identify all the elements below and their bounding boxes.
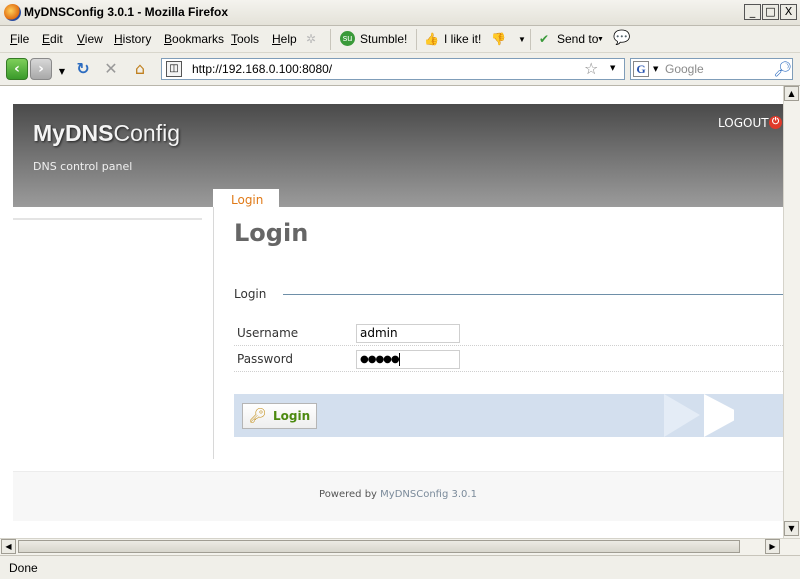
- footer-text: Powered by MyDNSConfig 3.0.1: [319, 489, 477, 500]
- forward-button[interactable]: ›: [30, 58, 52, 80]
- bookmark-star-icon[interactable]: ☆: [584, 59, 598, 78]
- stumbleupon-icon: su: [340, 31, 355, 46]
- window-title-bar: MyDNSConfig 3.0.1 - Mozilla Firefox _ □ …: [0, 0, 800, 26]
- login-button-label: Login: [273, 409, 311, 423]
- thumbs-down-icon[interactable]: 👎: [491, 32, 506, 46]
- status-bar: Done: [0, 555, 800, 579]
- page-footer: Powered by MyDNSConfig 3.0.1: [13, 471, 783, 521]
- stumble-button[interactable]: Stumble!: [360, 32, 407, 46]
- login-button[interactable]: 🔑︎ Login: [242, 403, 317, 429]
- back-button[interactable]: ‹: [6, 58, 28, 80]
- scroll-right-icon[interactable]: ▶: [765, 539, 780, 554]
- toolbar-separator: [530, 29, 531, 50]
- footer-link[interactable]: MyDNSConfig 3.0.1: [380, 489, 477, 500]
- status-text: Done: [9, 561, 38, 575]
- brand-subtitle: DNS control panel: [33, 160, 133, 173]
- username-field[interactable]: admin: [356, 324, 460, 343]
- scroll-up-icon[interactable]: ▲: [784, 86, 799, 101]
- search-bar[interactable]: G ▼ Google 🔎︎: [630, 58, 793, 80]
- comment-bubble-icon[interactable]: 💬: [613, 29, 630, 46]
- url-dropdown-icon[interactable]: ▼: [610, 64, 615, 72]
- window-title: MyDNSConfig 3.0.1 - Mozilla Firefox: [24, 5, 229, 19]
- close-button[interactable]: X: [780, 4, 797, 20]
- history-dropdown-icon[interactable]: ▼: [52, 63, 72, 81]
- scroll-left-icon[interactable]: ◀: [1, 539, 16, 554]
- page-header: MyDNSConfig DNS control panel LOGOUT ⏻: [13, 104, 783, 207]
- site-favicon: ◫: [166, 61, 182, 77]
- scroll-down-icon[interactable]: ▼: [784, 521, 799, 536]
- menu-bar: File Edit View History Bookmarks Tools H…: [0, 26, 800, 53]
- menu-file[interactable]: File: [10, 32, 29, 46]
- power-icon[interactable]: ⏻: [769, 116, 782, 129]
- tab-login[interactable]: Login: [213, 189, 279, 207]
- minimize-button[interactable]: _: [744, 4, 761, 20]
- menu-edit[interactable]: Edit: [42, 32, 63, 46]
- send-to-button[interactable]: Send to: [557, 32, 598, 46]
- i-like-it-button[interactable]: I like it!: [444, 32, 481, 46]
- decorative-chevron: [664, 394, 700, 437]
- send-to-dropdown-icon[interactable]: ▼: [597, 36, 604, 43]
- send-to-icon: ✔: [539, 32, 550, 46]
- key-icon: 🔑︎: [249, 408, 267, 424]
- menu-history[interactable]: History: [114, 32, 151, 46]
- decorative-chevron: [734, 394, 783, 437]
- horizontal-scroll-thumb[interactable]: [18, 540, 740, 553]
- dropdown-arrow-icon[interactable]: ▼: [518, 35, 526, 44]
- column-divider: [213, 207, 214, 459]
- engine-dropdown-icon[interactable]: ▼: [653, 65, 658, 73]
- username-label: Username: [237, 326, 299, 340]
- logout-link[interactable]: LOGOUT: [718, 116, 769, 130]
- page-viewport: MyDNSConfig DNS control panel LOGOUT ⏻ L…: [0, 86, 783, 538]
- search-icon[interactable]: 🔎︎: [773, 60, 792, 78]
- brand-logo: MyDNSConfig: [33, 120, 180, 146]
- thumbs-up-icon: 👍: [424, 32, 439, 46]
- vertical-scrollbar[interactable]: ▲ ▼: [783, 86, 800, 538]
- horizontal-scrollbar[interactable]: ◀ ▶: [0, 538, 800, 555]
- password-row: Password ●●●●●: [234, 346, 783, 372]
- maximize-button[interactable]: □: [762, 4, 779, 20]
- fieldset-divider: [283, 294, 783, 295]
- address-bar[interactable]: ◫ http://192.168.0.100:8080/ ☆ ▼: [161, 58, 625, 80]
- tab-login-label: Login: [231, 193, 264, 207]
- menu-view[interactable]: View: [77, 32, 103, 46]
- password-label: Password: [237, 352, 294, 366]
- search-input[interactable]: Google: [665, 62, 704, 76]
- firefox-icon: [4, 4, 21, 21]
- sidebar: [13, 218, 202, 220]
- toolbar-separator: [416, 29, 417, 50]
- fieldset-legend: Login: [234, 287, 267, 301]
- url-text: http://192.168.0.100:8080/: [192, 62, 333, 76]
- menu-bookmarks[interactable]: Bookmarks: [164, 32, 224, 46]
- stop-icon[interactable]: ✕: [101, 60, 121, 78]
- form-button-bar: 🔑︎ Login: [234, 394, 783, 437]
- menu-tools[interactable]: Tools: [231, 32, 259, 46]
- google-engine-icon[interactable]: G: [633, 61, 649, 77]
- password-field[interactable]: ●●●●●: [356, 350, 460, 369]
- username-row: Username admin: [234, 320, 783, 346]
- throbber-icon: ✲: [306, 32, 317, 46]
- home-icon[interactable]: ⌂: [130, 60, 150, 78]
- menu-help[interactable]: Help: [272, 32, 297, 46]
- toolbar-separator: [330, 29, 331, 50]
- page-title: Login: [234, 219, 309, 247]
- reload-icon[interactable]: ↻: [73, 60, 93, 78]
